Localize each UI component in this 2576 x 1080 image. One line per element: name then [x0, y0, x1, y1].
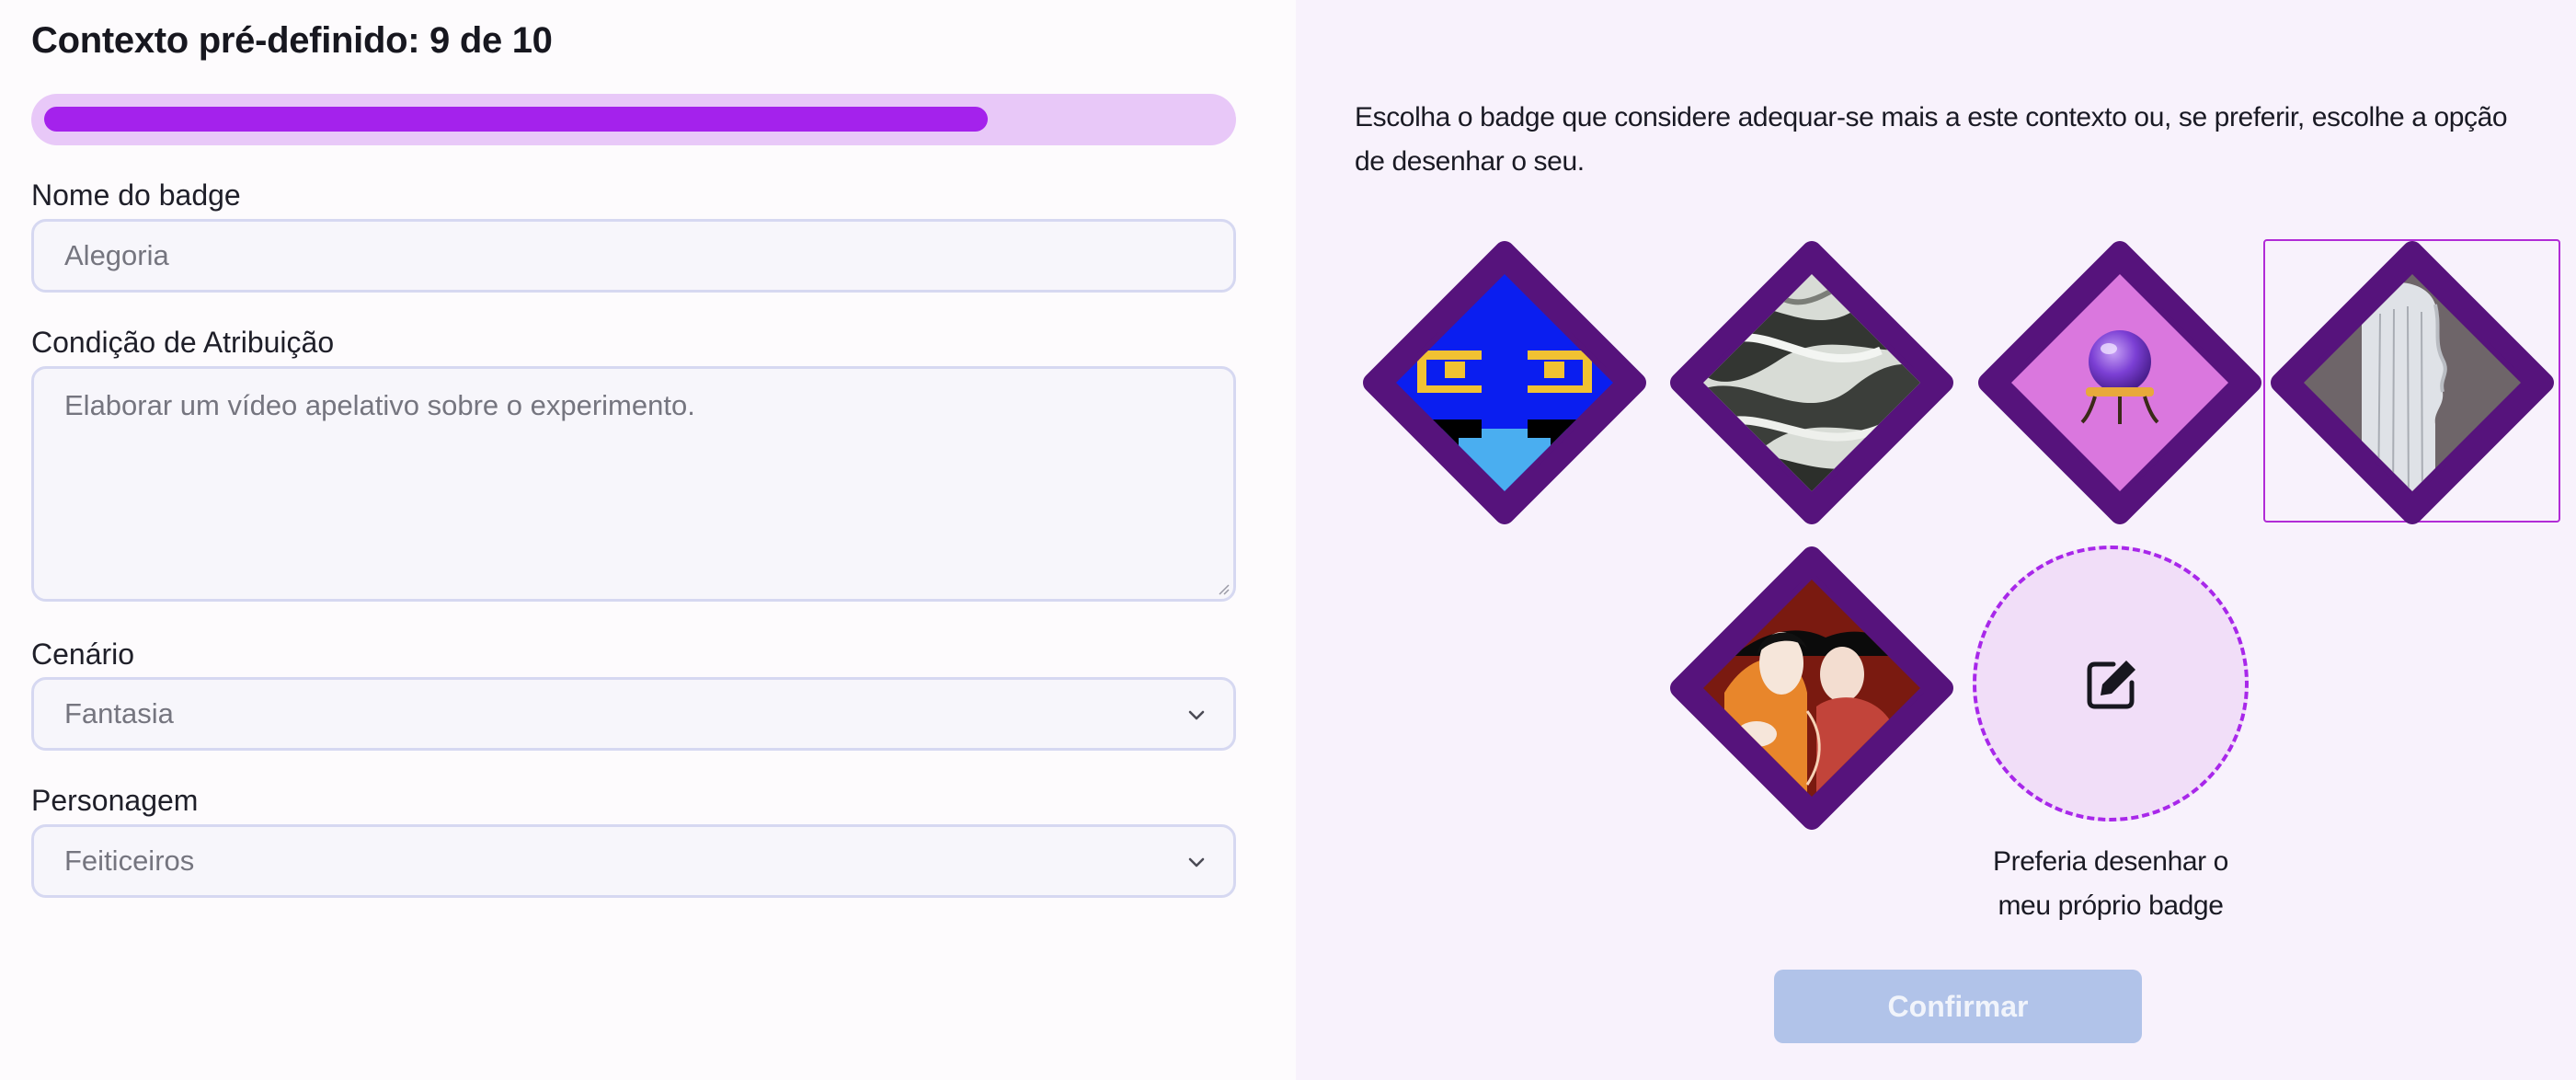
character-value: Feiticeiros [64, 844, 195, 877]
scenario-label: Cenário [31, 638, 135, 671]
condition-label: Condição de Atribuição [31, 326, 335, 359]
badge-option-veiled-profile[interactable] [2270, 240, 2555, 525]
progress-bar [31, 94, 1236, 145]
badge-option-marble-swirl[interactable] [1669, 240, 1954, 525]
pixel-eyes-badge-image [1363, 241, 1646, 524]
marble-swirl-badge-image [1670, 241, 1953, 524]
crystal-ball-badge-image [1978, 241, 2261, 524]
form-panel: Contexto pré-definido: 9 de 10 Nome do b… [0, 0, 1296, 1080]
couple-illustration-badge-image [1670, 546, 1953, 830]
chevron-down-icon [1188, 857, 1205, 867]
badge-name-label: Nome do badge [31, 178, 241, 212]
badge-selection-panel: Escolha o badge que considere adequar-se… [1296, 0, 2576, 1080]
character-label: Personagem [31, 784, 199, 817]
condition-text: Elaborar um vídeo apelativo sobre o expe… [64, 389, 695, 421]
page-title: Contexto pré-definido: 9 de 10 [31, 20, 553, 61]
chevron-down-icon [1188, 710, 1205, 720]
edit-icon [2087, 661, 2135, 709]
instructions-text: Escolha o badge que considere adequar-se… [1355, 102, 2508, 177]
badge-option-pixel-eyes[interactable] [1362, 240, 1647, 525]
resize-grip-icon[interactable] [1217, 582, 1230, 595]
badge-option-couple-illustration[interactable] [1669, 546, 1954, 831]
badge-name-input[interactable]: Alegoria [31, 219, 1236, 293]
scenario-select[interactable]: Fantasia [31, 677, 1236, 751]
character-select[interactable]: Feiticeiros [31, 824, 1236, 898]
badge-option-crystal-ball[interactable] [1977, 240, 2262, 525]
veiled-profile-badge-image [2271, 241, 2554, 524]
condition-textarea[interactable]: Elaborar um vídeo apelativo sobre o expe… [31, 366, 1236, 602]
progress-fill [44, 107, 988, 132]
draw-own-badge-label: Preferia desenhar o meu próprio badge [1993, 846, 2228, 921]
draw-own-badge-button[interactable] [1973, 546, 2249, 821]
scenario-value: Fantasia [64, 697, 174, 730]
confirm-button[interactable]: Confirmar [1774, 970, 2142, 1043]
